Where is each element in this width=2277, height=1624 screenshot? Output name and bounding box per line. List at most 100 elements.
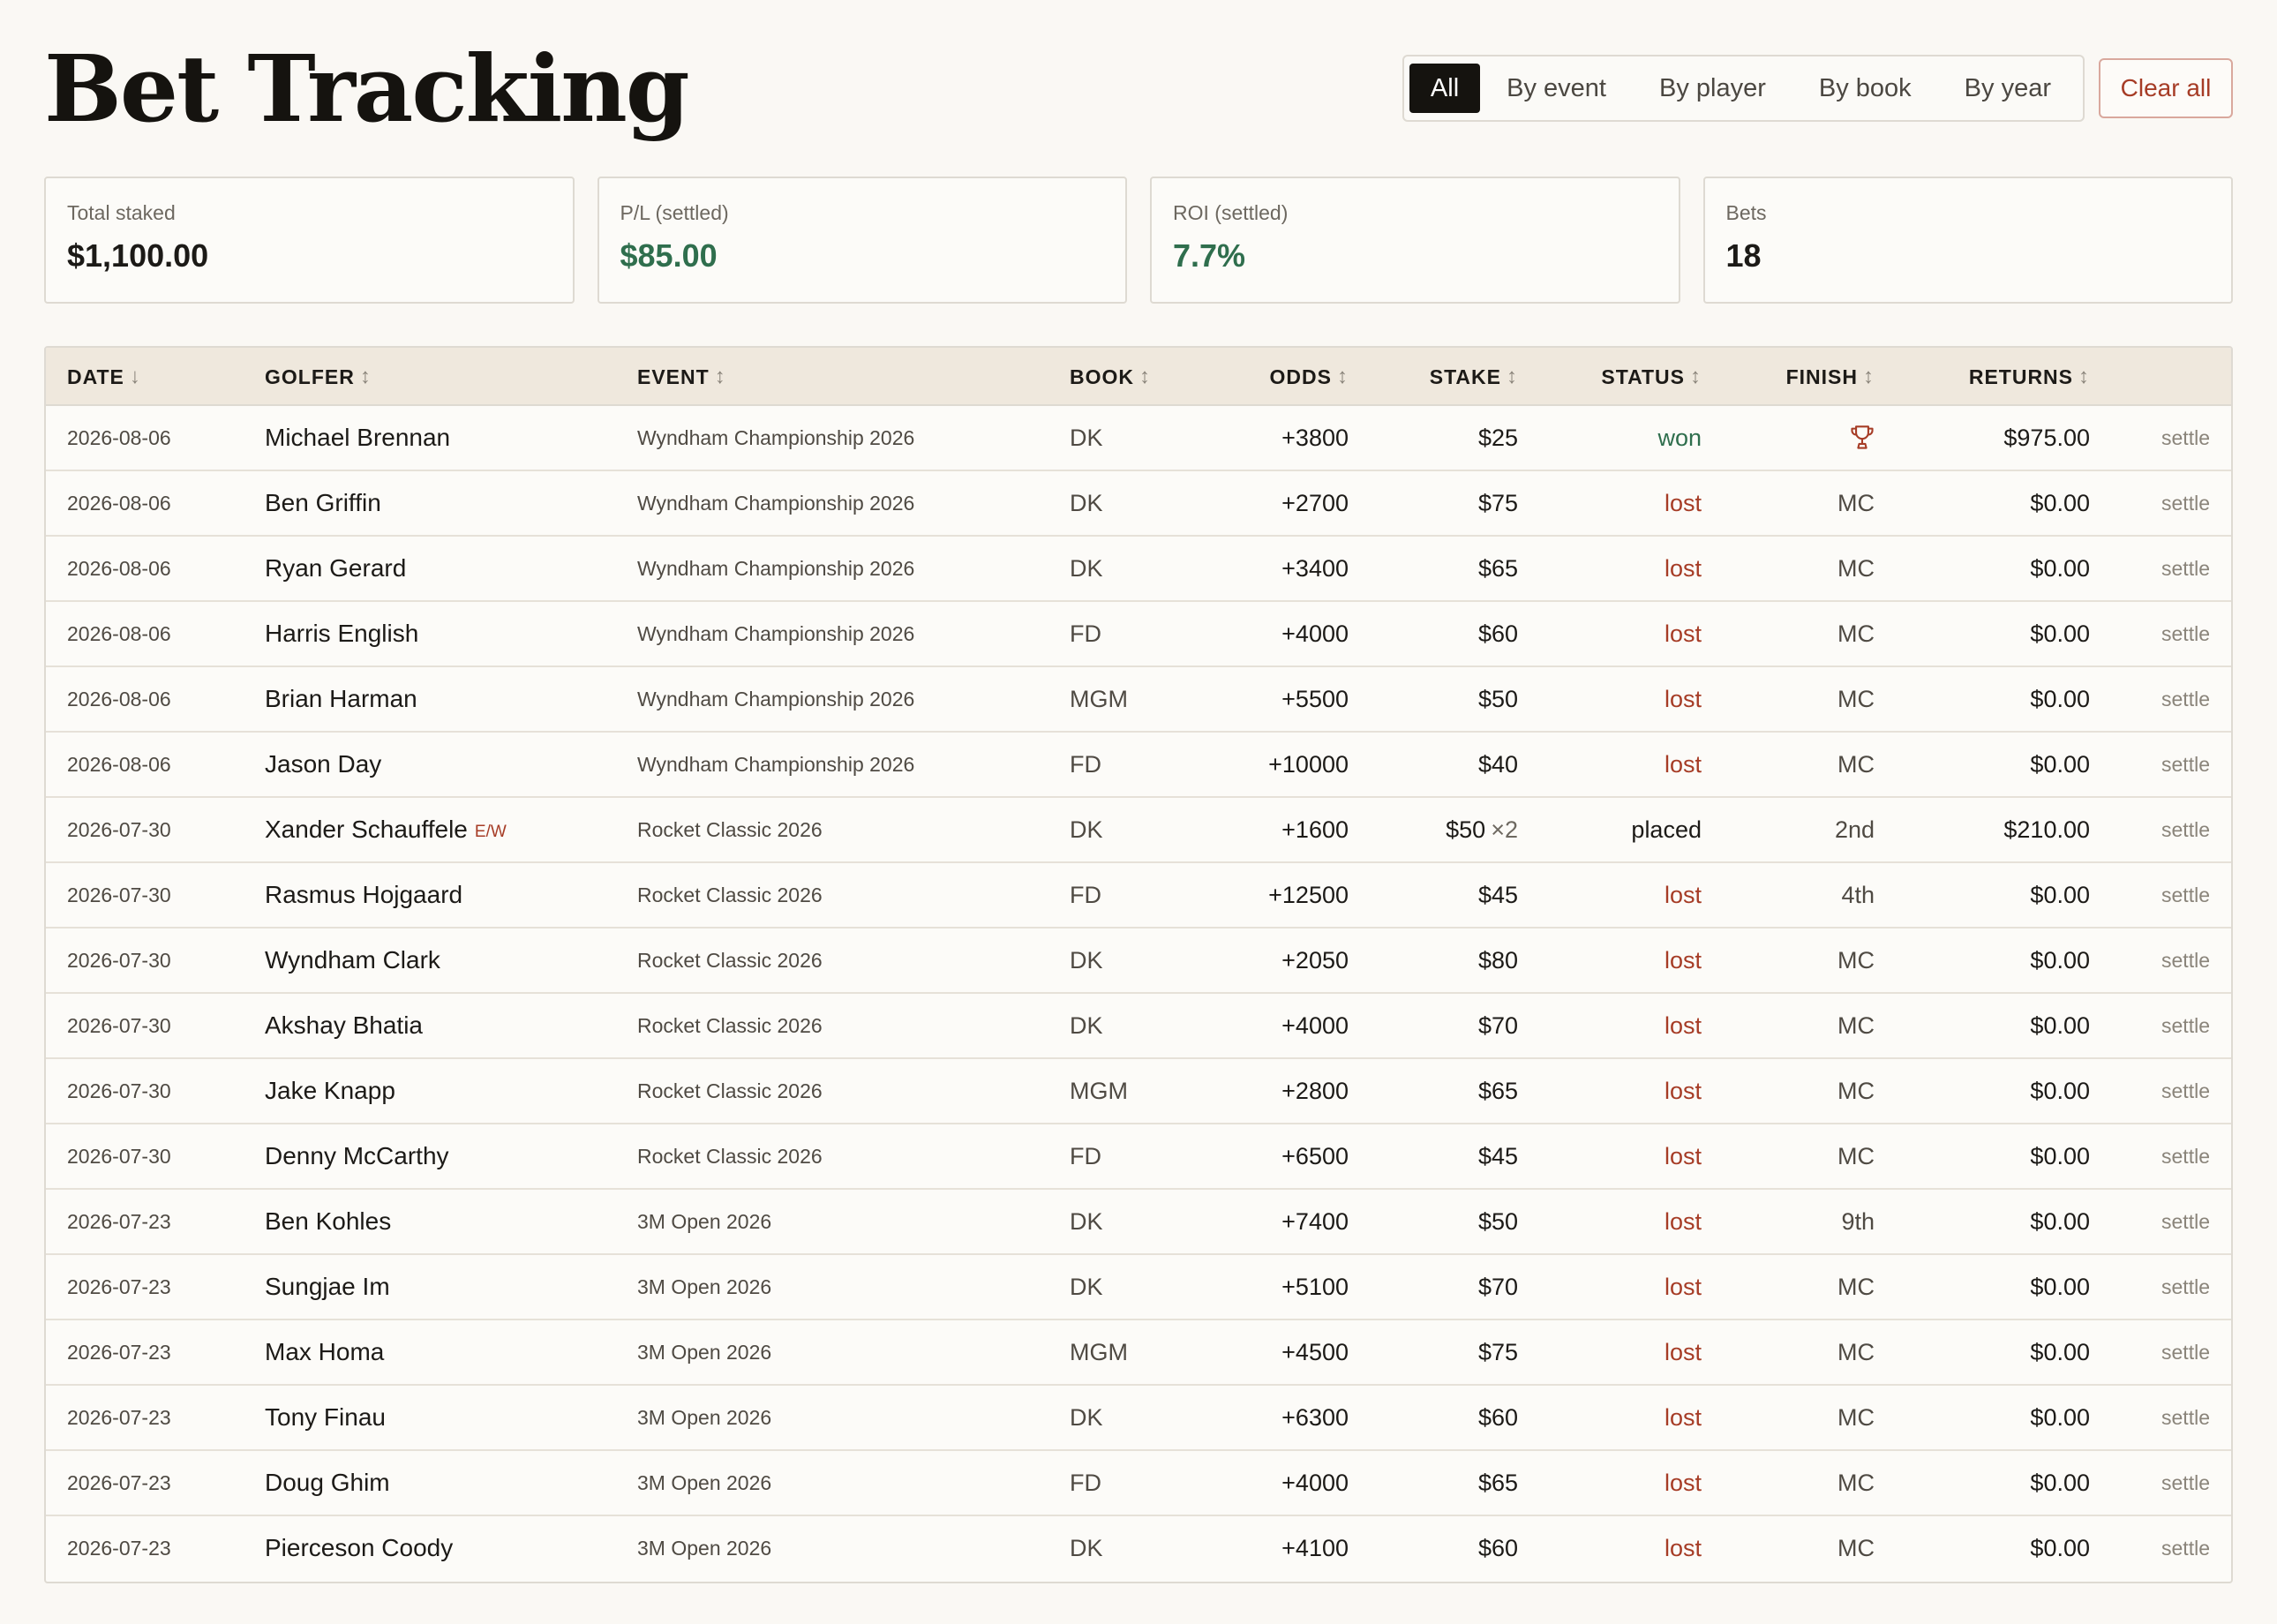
- golfer-name-text: Xander Schauffele: [265, 816, 468, 843]
- event-name: Rocket Classic 2026: [637, 1079, 823, 1102]
- header: Bet Tracking All By event By player By b…: [44, 0, 2233, 159]
- bet-date: 2026-07-23: [67, 1470, 171, 1494]
- column-header-odds[interactable]: ODDS ↕: [1270, 348, 1349, 406]
- settle-link[interactable]: settle: [2161, 863, 2210, 927]
- table-header: DATE ↓ GOLFER ↕ EVENT ↕ BOOK ↕ ODDS ↕ STAKE ↕ …: [46, 348, 2231, 406]
- stake-amount: $65: [1477, 1077, 1518, 1104]
- column-label: RETURNS: [1968, 365, 2073, 388]
- bet-date: 2026-07-30: [67, 817, 171, 841]
- settle-link[interactable]: settle: [2161, 537, 2210, 600]
- returns: $0.00: [2030, 1273, 2090, 1300]
- settle-link[interactable]: settle: [2161, 406, 2210, 470]
- odds: +4000: [1281, 1469, 1349, 1496]
- settle-link[interactable]: settle: [2161, 471, 2210, 535]
- column-label: EVENT: [637, 365, 710, 388]
- finish-position: MC: [1837, 1077, 1875, 1104]
- stake-amount: $60: [1477, 620, 1518, 647]
- sort-icon: ↕: [1507, 365, 1518, 388]
- table-row: 2026-07-23 Doug Ghim 3M Open 2026 FD +4000 $6…: [46, 1451, 2231, 1516]
- column-header-golfer[interactable]: GOLFER ↕: [265, 348, 372, 406]
- stake: $45: [1478, 863, 1518, 927]
- bet-status: lost: [1664, 1011, 1702, 1039]
- odds: +4000: [1281, 620, 1349, 647]
- sportsbook: DK: [1070, 1207, 1103, 1235]
- golfer-name: Wyndham Clark: [265, 929, 440, 992]
- bet-status: lost: [1664, 1077, 1702, 1104]
- stat-label: Total staked: [67, 201, 176, 224]
- settle-link[interactable]: settle: [2161, 1516, 2210, 1580]
- bet-status: lost: [1664, 685, 1702, 712]
- stake: $40: [1478, 733, 1518, 796]
- bet-status: lost: [1664, 1469, 1702, 1496]
- column-header-stake[interactable]: STAKE ↕: [1430, 348, 1518, 406]
- settle-link[interactable]: settle: [2161, 1124, 2210, 1188]
- finish-position: MC: [1837, 1142, 1875, 1169]
- tab-by-book[interactable]: By book: [1792, 64, 1938, 113]
- golfer-name: Xander Schauffele E/W: [265, 798, 507, 861]
- bet-status: placed: [1631, 816, 1702, 843]
- tab-by-player[interactable]: By player: [1633, 64, 1792, 113]
- golfer-name-text: Jason Day: [265, 750, 382, 778]
- returns: $0.00: [2030, 1077, 2090, 1104]
- stake: $60: [1478, 1386, 1518, 1449]
- table-row: 2026-07-23 Tony Finau 3M Open 2026 DK +6300 $…: [46, 1386, 2231, 1451]
- stake: $65: [1478, 1451, 1518, 1515]
- column-header-event[interactable]: EVENT ↕: [637, 348, 726, 406]
- sportsbook: FD: [1070, 1469, 1101, 1496]
- settle-link[interactable]: settle: [2161, 1320, 2210, 1384]
- table-row: 2026-07-30 Xander Schauffele E/W Rocket Cla…: [46, 798, 2231, 863]
- sportsbook: DK: [1070, 424, 1103, 451]
- column-header-status[interactable]: STATUS ↕: [1601, 348, 1702, 406]
- golfer-name: Doug Ghim: [265, 1451, 390, 1515]
- settle-link[interactable]: settle: [2161, 798, 2210, 861]
- bet-date: 2026-08-06: [67, 752, 171, 776]
- golfer-name: Jason Day: [265, 733, 381, 796]
- sort-icon: ↕: [1690, 365, 1702, 388]
- column-header-book[interactable]: BOOK ↕: [1070, 348, 1151, 406]
- event-name: 3M Open 2026: [637, 1274, 772, 1298]
- odds: +4000: [1281, 1011, 1349, 1039]
- event-name: Wyndham Championship 2026: [637, 556, 915, 580]
- settle-link[interactable]: settle: [2161, 733, 2210, 796]
- stake: $50 ×2: [1446, 798, 1518, 861]
- settle-link[interactable]: settle: [2161, 667, 2210, 731]
- settle-link[interactable]: settle: [2161, 1386, 2210, 1449]
- bet-status: won: [1657, 424, 1702, 451]
- stake-amount: $40: [1477, 750, 1518, 778]
- returns: $0.00: [2030, 1207, 2090, 1235]
- sort-icon: ↕: [1863, 365, 1875, 388]
- settle-link[interactable]: settle: [2161, 1059, 2210, 1123]
- settle-link[interactable]: settle: [2161, 1451, 2210, 1515]
- odds: +2050: [1281, 946, 1349, 974]
- tab-by-event[interactable]: By event: [1480, 64, 1633, 113]
- settle-link[interactable]: settle: [2161, 994, 2210, 1057]
- event-name: 3M Open 2026: [637, 1536, 772, 1560]
- finish-position: MC: [1837, 685, 1875, 712]
- settle-link[interactable]: settle: [2161, 602, 2210, 665]
- odds: +6300: [1281, 1403, 1349, 1431]
- returns: $0.00: [2030, 620, 2090, 647]
- column-header-date[interactable]: DATE ↓: [67, 348, 141, 406]
- tab-all[interactable]: All: [1409, 64, 1481, 113]
- golfer-name-text: Harris English: [265, 620, 419, 647]
- bet-date: 2026-07-30: [67, 883, 171, 906]
- column-header-finish[interactable]: FINISH ↕: [1786, 348, 1875, 406]
- event-name: 3M Open 2026: [637, 1470, 772, 1494]
- sportsbook: FD: [1070, 1142, 1101, 1169]
- returns: $975.00: [2003, 424, 2090, 451]
- stat-total-staked: Total staked $1,100.00: [44, 177, 575, 304]
- sort-icon: ↕: [1337, 365, 1349, 388]
- odds: +4500: [1281, 1338, 1349, 1365]
- settle-link[interactable]: settle: [2161, 1255, 2210, 1319]
- bet-date: 2026-07-30: [67, 1144, 171, 1168]
- event-name: Rocket Classic 2026: [637, 1013, 823, 1037]
- returns: $0.00: [2030, 1142, 2090, 1169]
- view-tabs: All By event By player By book By year: [1402, 55, 2085, 122]
- settle-link[interactable]: settle: [2161, 1190, 2210, 1253]
- table-row: 2026-07-30 Akshay Bhatia Rocket Classic 20…: [46, 994, 2231, 1059]
- clear-all-button[interactable]: Clear all: [2099, 58, 2233, 118]
- settle-link[interactable]: settle: [2161, 929, 2210, 992]
- column-header-returns[interactable]: RETURNS ↕: [1969, 348, 2090, 406]
- bet-status: lost: [1664, 1142, 1702, 1169]
- tab-by-year[interactable]: By year: [1938, 64, 2078, 113]
